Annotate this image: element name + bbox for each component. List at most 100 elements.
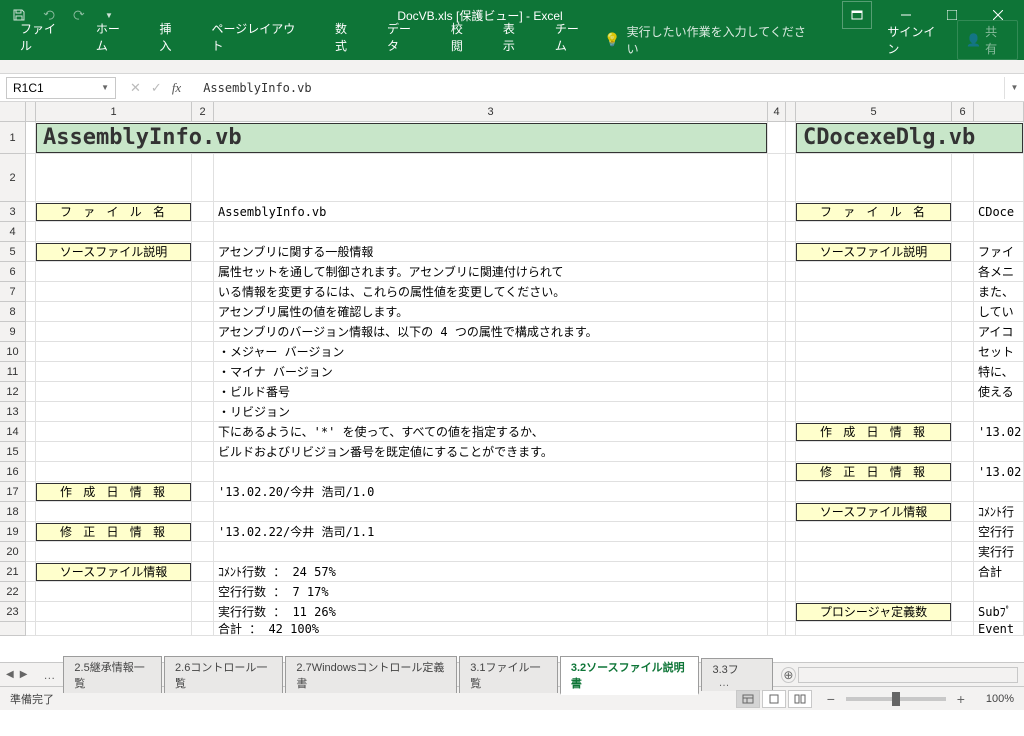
row-header[interactable]: 15 bbox=[0, 442, 26, 462]
cell[interactable]: ・マイナ バージョン bbox=[214, 362, 768, 382]
row-header[interactable]: 17 bbox=[0, 482, 26, 502]
cell[interactable] bbox=[768, 154, 786, 202]
cell[interactable]: ソースファイル説明 bbox=[796, 242, 952, 262]
hscroll-thumb[interactable] bbox=[798, 667, 1018, 683]
col-header[interactable] bbox=[786, 102, 796, 122]
cell[interactable] bbox=[36, 154, 192, 202]
col-header[interactable] bbox=[26, 102, 36, 122]
cell[interactable]: 修 正 日 情 報 bbox=[796, 462, 952, 482]
cell[interactable]: 実行行 bbox=[974, 542, 1024, 562]
save-icon[interactable] bbox=[10, 6, 28, 24]
row-header[interactable]: 12 bbox=[0, 382, 26, 402]
cell[interactable] bbox=[786, 202, 796, 222]
cell[interactable]: CDoce bbox=[974, 202, 1024, 222]
cell[interactable] bbox=[36, 282, 192, 302]
cell[interactable] bbox=[786, 502, 796, 522]
cell[interactable] bbox=[36, 442, 192, 462]
cell[interactable] bbox=[952, 402, 974, 422]
cell[interactable] bbox=[36, 402, 192, 422]
cell[interactable] bbox=[768, 422, 786, 442]
name-box[interactable]: R1C1 ▼ bbox=[6, 77, 116, 99]
redo-icon[interactable] bbox=[70, 6, 88, 24]
cell[interactable] bbox=[796, 582, 952, 602]
cell[interactable]: 空行行 bbox=[974, 522, 1024, 542]
cell[interactable]: ファイ bbox=[974, 242, 1024, 262]
cell[interactable] bbox=[26, 382, 36, 402]
cell[interactable] bbox=[192, 322, 214, 342]
cell[interactable]: アセンブリ属性の値を確認します。 bbox=[214, 302, 768, 322]
cell[interactable] bbox=[26, 302, 36, 322]
cell[interactable] bbox=[768, 282, 786, 302]
cell[interactable] bbox=[36, 542, 192, 562]
cell[interactable] bbox=[36, 462, 192, 482]
cell[interactable] bbox=[786, 482, 796, 502]
formula-expand-icon[interactable]: ▼ bbox=[1004, 77, 1024, 99]
col-header[interactable]: 2 bbox=[192, 102, 214, 122]
row-header[interactable]: 22 bbox=[0, 582, 26, 602]
cell[interactable] bbox=[36, 302, 192, 322]
cell[interactable] bbox=[786, 154, 796, 202]
cell[interactable] bbox=[36, 502, 192, 522]
cell[interactable] bbox=[26, 202, 36, 222]
cell[interactable] bbox=[786, 262, 796, 282]
cell[interactable] bbox=[36, 582, 192, 602]
cell[interactable]: ・メジャー バージョン bbox=[214, 342, 768, 362]
cell[interactable] bbox=[952, 242, 974, 262]
tab-team[interactable]: チーム bbox=[541, 14, 605, 60]
tab-nav-prev-icon[interactable]: ◀ bbox=[6, 669, 14, 680]
row-header[interactable]: 5 bbox=[0, 242, 26, 262]
cell[interactable] bbox=[192, 282, 214, 302]
cell[interactable] bbox=[786, 542, 796, 562]
cell[interactable] bbox=[952, 302, 974, 322]
cell[interactable] bbox=[768, 502, 786, 522]
cell[interactable] bbox=[786, 322, 796, 342]
cell[interactable] bbox=[786, 362, 796, 382]
row-header[interactable]: 7 bbox=[0, 282, 26, 302]
name-box-dropdown-icon[interactable]: ▼ bbox=[101, 83, 109, 92]
cell[interactable] bbox=[26, 402, 36, 422]
cell[interactable] bbox=[796, 522, 952, 542]
cell[interactable] bbox=[26, 622, 36, 636]
cell[interactable] bbox=[796, 302, 952, 322]
cell[interactable] bbox=[26, 442, 36, 462]
cell[interactable] bbox=[192, 262, 214, 282]
cell[interactable] bbox=[192, 342, 214, 362]
cell[interactable]: 修 正 日 情 報 bbox=[36, 522, 192, 542]
cell[interactable]: フ ァ イ ル 名 bbox=[796, 202, 952, 222]
cell[interactable] bbox=[26, 242, 36, 262]
cell[interactable] bbox=[796, 382, 952, 402]
cell[interactable]: AssemblyInfo.vb bbox=[36, 122, 768, 154]
cell[interactable] bbox=[952, 542, 974, 562]
cell[interactable] bbox=[974, 582, 1024, 602]
tab-pagelayout[interactable]: ページレイアウト bbox=[197, 14, 321, 60]
cell[interactable] bbox=[786, 222, 796, 242]
cell[interactable]: 各メニ bbox=[974, 262, 1024, 282]
cell[interactable] bbox=[974, 482, 1024, 502]
cell[interactable] bbox=[26, 122, 36, 154]
cell[interactable] bbox=[952, 502, 974, 522]
cell[interactable]: アセンブリのバージョン情報は、以下の 4 つの属性で構成されます。 bbox=[214, 322, 768, 342]
cell[interactable] bbox=[192, 542, 214, 562]
cell[interactable]: してい bbox=[974, 302, 1024, 322]
cell[interactable] bbox=[192, 622, 214, 636]
cell[interactable]: 作 成 日 情 報 bbox=[796, 422, 952, 442]
cell[interactable]: ・リビジョン bbox=[214, 402, 768, 422]
tab-insert[interactable]: 挿入 bbox=[145, 14, 197, 60]
cell[interactable] bbox=[952, 282, 974, 302]
cell[interactable]: 合計 ： 42 100% bbox=[214, 622, 768, 636]
cell[interactable] bbox=[952, 154, 974, 202]
cell[interactable] bbox=[952, 562, 974, 582]
cell[interactable] bbox=[26, 482, 36, 502]
cell[interactable] bbox=[768, 262, 786, 282]
cell[interactable] bbox=[26, 422, 36, 442]
cell[interactable] bbox=[36, 322, 192, 342]
cell[interactable] bbox=[952, 422, 974, 442]
cell[interactable] bbox=[768, 342, 786, 362]
row-header[interactable]: 20 bbox=[0, 542, 26, 562]
cell[interactable]: '13.02.22/今井 浩司/1.1 bbox=[214, 522, 768, 542]
cell[interactable] bbox=[952, 382, 974, 402]
cell[interactable] bbox=[768, 322, 786, 342]
cell[interactable] bbox=[786, 122, 796, 154]
zoom-in-button[interactable]: + bbox=[954, 691, 968, 707]
cell[interactable]: AssemblyInfo.vb bbox=[214, 202, 768, 222]
